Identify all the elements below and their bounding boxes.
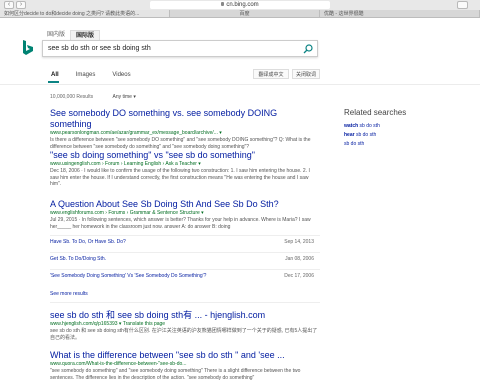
related-search-item[interactable]: watch sb do sth <box>344 122 464 131</box>
time-filter-label: Any time <box>112 94 132 100</box>
deep-link-date: Jan 08, 2006 <box>285 256 314 262</box>
result-title-link[interactable]: see sb do sth 和 see sb doing sth有 ... - … <box>50 310 320 321</box>
browser-tab-2[interactable]: 百度 <box>170 10 320 17</box>
search-result: "see sb doing something" vs "see sb do s… <box>50 150 320 188</box>
result-snippet: Dec 18, 2006 · I would like to confirm t… <box>50 168 310 187</box>
search-input[interactable]: see sb do sth or see sb doing sth <box>48 45 151 52</box>
deep-link-date: Sep 14, 2013 <box>284 239 314 245</box>
deep-link-row: Have Sb. To Do, Or Have Sb. Do? Sep 14, … <box>50 235 320 247</box>
result-title-link[interactable]: "see sb doing something" vs "see sb do s… <box>50 150 320 161</box>
result-url[interactable]: www.usingenglish.com › Forum › Learning … <box>50 161 320 168</box>
related-search-rest: sb do sth <box>354 132 377 138</box>
forward-button[interactable]: › <box>16 1 26 9</box>
lock-icon <box>221 2 225 6</box>
share-button[interactable] <box>457 1 468 9</box>
nav-buttons: ‹ › <box>4 1 26 9</box>
result-snippet: Jul 29, 2015 · In following sentences, w… <box>50 217 311 230</box>
search-result: See somebody DO something vs. see somebo… <box>50 108 320 150</box>
deep-link-date: Dec 17, 2006 <box>284 273 314 279</box>
browser-tab-3[interactable]: 优酷 - 这世界很酷 <box>320 10 480 17</box>
deep-link-row: Get Sb. To Do/Doing Sth. Jan 08, 2006 <box>50 252 320 264</box>
search-result: see sb do sth 和 see sb doing sth有 ... - … <box>50 310 320 341</box>
tab-bar: 如何区分decide to do和decide doing 之类问? 请教此类语… <box>0 10 480 18</box>
header-divider <box>0 84 480 85</box>
back-button[interactable]: ‹ <box>4 1 14 9</box>
related-search-bold: watch <box>344 123 359 129</box>
url-text: cn.bing.com <box>226 2 259 8</box>
result-title-link[interactable]: What is the difference between "see sb d… <box>50 350 320 361</box>
related-search-item[interactable]: hear sb do sth <box>344 131 464 140</box>
see-more-results-link[interactable]: See more results <box>50 291 88 297</box>
results-count: 10,000,000 Results <box>50 94 94 100</box>
related-search-rest: sb do sth <box>358 123 380 129</box>
result-title-link[interactable]: See somebody DO something vs. see somebo… <box>50 108 320 130</box>
result-snippet: see sb do sth 和 see sb doing sth有什么区别. 在… <box>50 328 318 341</box>
search-result: A Question About See Sb Doing Sth And Se… <box>50 199 320 230</box>
search-icon[interactable] <box>303 44 313 54</box>
bing-logo-icon[interactable] <box>22 40 34 56</box>
related-search-item[interactable]: sb do sth <box>344 140 464 149</box>
related-searches-title: Related searches <box>344 108 407 117</box>
chevron-down-icon: ▾ <box>133 94 136 100</box>
deep-link[interactable]: Get Sb. To Do/Doing Sth. <box>50 256 106 262</box>
related-search-bold: hear <box>344 132 355 138</box>
related-search-rest: sb do sth <box>344 141 365 147</box>
tab-images[interactable]: Images <box>76 71 96 79</box>
search-box[interactable]: see sb do sth or see sb doing sth <box>42 40 318 57</box>
results-meta: 10,000,000 Results Any time ▾ <box>50 94 136 100</box>
related-searches: Related searches watch sb do sth hear sb… <box>344 108 464 149</box>
deep-link[interactable]: Have Sb. To Do, Or Have Sb. Do? <box>50 239 126 245</box>
result-url[interactable]: www.pearsonlongman.com/ae/azar/grammar_e… <box>50 130 320 137</box>
results-divider <box>50 302 320 303</box>
browser-tab-1[interactable]: 如何区分decide to do和decide doing 之类问? 请教此类语… <box>0 10 170 17</box>
tab-videos[interactable]: Videos <box>112 71 130 79</box>
time-filter-dropdown[interactable]: Any time ▾ <box>112 94 135 100</box>
result-url[interactable]: www.hjenglish.com/q/p165393 ▾ Translate … <box>50 321 320 328</box>
address-bar[interactable]: cn.bing.com <box>150 1 330 9</box>
search-result: What is the difference between "see sb d… <box>50 350 320 381</box>
scope-tabs: All Images Videos <box>42 71 148 79</box>
result-url[interactable]: www.englishforums.com › Forums › Grammar… <box>50 210 320 217</box>
browser-titlebar: ‹ › cn.bing.com <box>0 0 480 10</box>
result-title-link[interactable]: A Question About See Sb Doing Sth And Se… <box>50 199 320 210</box>
deep-link-row: 'See Somebody Doing Something' Vs 'See S… <box>50 269 320 281</box>
active-tab-underline <box>48 81 59 83</box>
result-snippet: "see somebody do something" and "see som… <box>50 368 301 381</box>
tab-all[interactable]: All <box>51 71 59 79</box>
translate-button[interactable]: 翻译成中文 <box>253 69 289 79</box>
result-snippet: Is there a difference between "see someb… <box>50 137 311 150</box>
result-url[interactable]: www.quora.com/What-is-the-difference-bet… <box>50 361 320 368</box>
deep-link[interactable]: 'See Somebody Doing Something' Vs 'See S… <box>50 273 206 279</box>
close-translate-button[interactable]: 关闭取词 <box>292 69 320 79</box>
